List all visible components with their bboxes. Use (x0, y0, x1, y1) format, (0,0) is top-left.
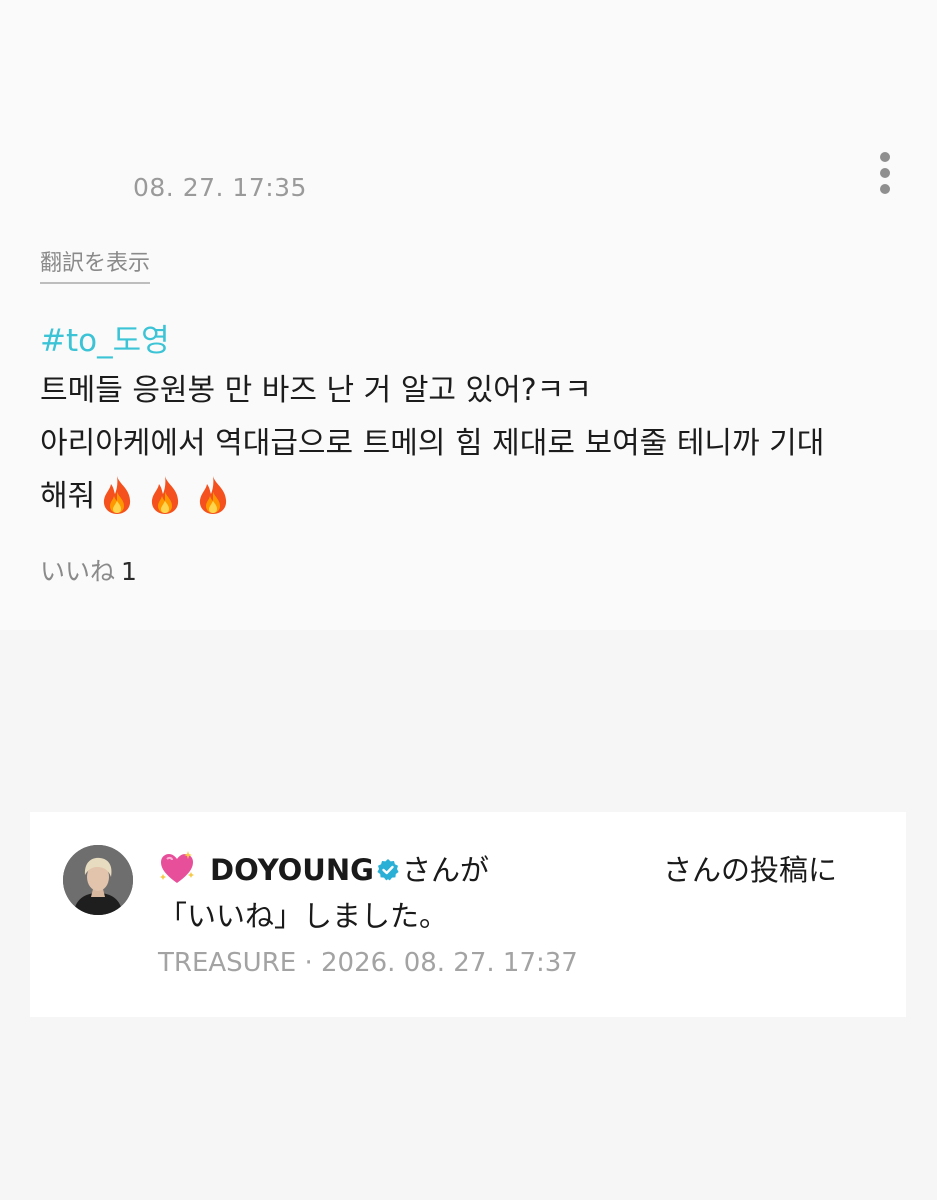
notification-text-part: さんの投稿に (662, 853, 837, 887)
notification-text-part: さんが (401, 853, 489, 887)
verified-badge-icon (377, 859, 399, 881)
fire-icon (104, 476, 131, 514)
notification-group: TREASURE (158, 948, 297, 978)
more-options-icon-dot (880, 184, 890, 194)
avatar[interactable] (63, 845, 133, 915)
post-text-line: 아리아케에서 역대급으로 트메의 힘 제대로 보여줄 테니까 기대 (40, 426, 825, 461)
fire-icon (152, 476, 179, 514)
meta-separator: · (304, 948, 313, 978)
notification-meta: TREASURE · 2026. 08. 27. 17:37 (158, 945, 898, 981)
post-text-line-with-emoji: 해줘 (40, 470, 910, 524)
sparkling-heart-icon (160, 851, 194, 883)
hashtag-link[interactable]: #to_도영 (40, 318, 910, 364)
notification-text: DOYOUNG さんが さんの投稿に 「いいね」しました。 TREASURE · … (158, 847, 898, 981)
post-body: #to_도영 트메들 응원봉 만 바즈 난 거 알고 있어?ㅋㅋ 아리아케에서 … (40, 318, 910, 524)
emoji-group (99, 471, 243, 524)
notification-username[interactable]: DOYOUNG (210, 853, 374, 887)
like-count: 1 (121, 557, 137, 586)
like-button[interactable]: いいね 1 (40, 555, 137, 589)
notification-datetime: 2026. 08. 27. 17:37 (321, 948, 578, 978)
avatar-image (63, 845, 133, 915)
notification-line2: 「いいね」しました。 (158, 899, 449, 933)
show-translation-link[interactable]: 翻訳を表示 (40, 248, 151, 284)
post-timestamp: 08. 27. 17:35 (133, 173, 307, 202)
more-options-button[interactable] (868, 148, 902, 198)
fire-icon (200, 476, 227, 514)
post-text-line: 해줘 (40, 479, 96, 514)
more-options-icon-dot (880, 168, 890, 178)
post-card: 08. 27. 17:35 翻訳を表示 #to_도영 트메들 응원봉 만 바즈 … (0, 0, 937, 630)
notification-line1: DOYOUNG さんが さんの投稿に (158, 847, 898, 893)
like-label: いいね (40, 557, 116, 586)
post-text-line: 트메들 응원봉 만 바즈 난 거 알고 있어?ㅋㅋ (40, 373, 592, 408)
more-options-icon (880, 152, 890, 162)
like-notification-card[interactable]: DOYOUNG さんが さんの投稿に 「いいね」しました。 TREASURE · … (30, 812, 906, 1017)
